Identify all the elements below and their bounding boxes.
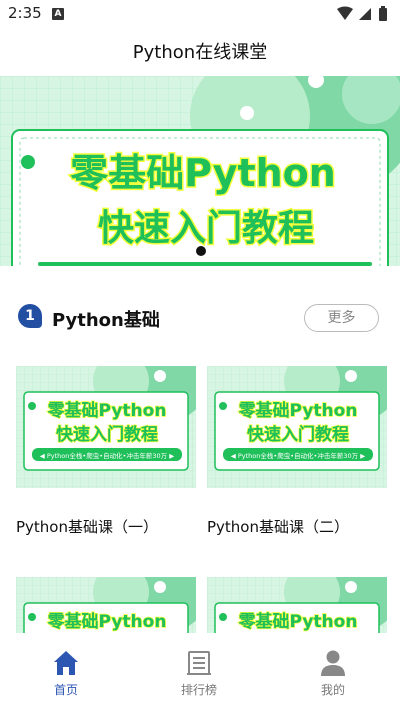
nav-ranking[interactable]: 排行榜 xyxy=(159,649,239,698)
status-icons xyxy=(337,6,387,21)
thumb-line2: 快速入门教程 xyxy=(56,424,158,445)
notification-icon: A xyxy=(52,8,64,20)
battery-icon xyxy=(379,8,387,21)
banner-line1: 零基础Python xyxy=(70,151,336,195)
thumb-line1: 零基础Python xyxy=(238,400,358,421)
thumb-line1: 零基础Python xyxy=(238,611,358,632)
thumb-line1: 零基础Python xyxy=(47,400,167,421)
nav-profile[interactable]: 我的 xyxy=(293,649,373,698)
wifi-icon xyxy=(337,6,353,20)
banner-line2: 快速入门教程 xyxy=(98,208,314,249)
nav-home-label: 首页 xyxy=(53,683,78,697)
nav-profile-label: 我的 xyxy=(320,683,345,697)
section-number-badge: 1 xyxy=(18,304,42,328)
thumb-line2: 快速入门教程 xyxy=(247,424,349,445)
course-card-2[interactable]: 零基础Python 快速入门教程 ◀ Python全栈•爬虫•自动化•冲击年薪3… xyxy=(207,366,387,536)
carousel-indicator xyxy=(196,246,206,256)
course-card-4[interactable]: 零基础Python xyxy=(207,577,387,633)
status-time: 2:35 xyxy=(8,4,42,22)
page-title: Python在线课堂 xyxy=(132,42,268,63)
course-thumbnail: 零基础Python xyxy=(16,577,196,633)
status-bar: 2:35 A xyxy=(0,0,400,28)
thumb-tagline: ◀ Python全栈•爬虫•自动化•冲击年薪30万 ▶ xyxy=(231,451,365,460)
more-button[interactable]: 更多 xyxy=(304,304,379,332)
course-thumbnail: 零基础Python 快速入门教程 ◀ Python全栈•爬虫•自动化•冲击年薪3… xyxy=(16,366,196,488)
home-icon xyxy=(54,651,78,675)
course-card-1[interactable]: 零基础Python 快速入门教程 ◀ Python全栈•爬虫•自动化•冲击年薪3… xyxy=(16,366,196,536)
signal-icon xyxy=(359,8,371,20)
course-thumbnail: 零基础Python 快速入门教程 ◀ Python全栈•爬虫•自动化•冲击年薪3… xyxy=(207,366,387,488)
course-thumbnail: 零基础Python xyxy=(207,577,387,633)
course-title[interactable]: Python基础课（一） xyxy=(16,516,158,537)
bottom-nav: 首页 排行榜 我的 xyxy=(0,633,400,712)
thumb-tagline: ◀ Python全栈•爬虫•自动化•冲击年薪30万 ▶ xyxy=(40,451,174,460)
section-title: Python基础 xyxy=(52,310,160,331)
nav-home[interactable]: 首页 xyxy=(26,649,106,698)
course-card-3[interactable]: 零基础Python xyxy=(16,577,196,633)
list-icon xyxy=(187,651,211,675)
course-title[interactable]: Python基础课（二） xyxy=(207,516,349,537)
thumb-line1: 零基础Python xyxy=(47,611,167,632)
person-icon xyxy=(321,650,345,676)
nav-ranking-label: 排行榜 xyxy=(180,683,217,697)
banner-carousel[interactable]: 零基础Python 快速入门教程 xyxy=(0,76,400,266)
